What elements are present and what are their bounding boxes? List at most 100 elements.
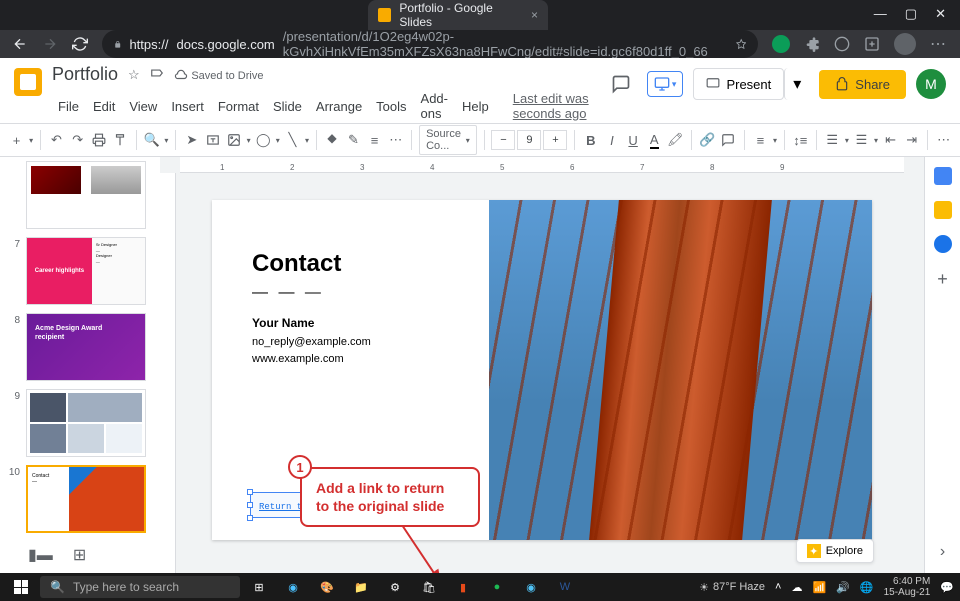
slide-heading[interactable]: Contact [252,250,459,278]
paint-format-icon[interactable] [111,129,128,151]
tray-chevron-icon[interactable]: ˄ [775,581,781,593]
resize-handle[interactable] [247,489,253,495]
store-icon[interactable]: 🛍 [414,573,444,601]
textbox-icon[interactable] [204,129,221,151]
slide-image[interactable] [489,200,872,540]
line-icon[interactable]: ╲ [284,129,301,151]
line-spacing-icon[interactable]: ↕≡ [792,129,809,151]
taskbar-search[interactable]: 🔍Type here to search [40,576,240,598]
border-dash-icon[interactable]: ⋯ [387,129,404,151]
reload-icon[interactable] [72,36,88,52]
share-button[interactable]: Share [819,70,906,99]
thumbnail-10[interactable]: Contact— [26,465,146,533]
menu-slide[interactable]: Slide [267,97,308,116]
select-tool-icon[interactable]: ➤ [183,129,200,151]
numbered-list-icon[interactable]: ☰ [824,129,841,151]
fill-color-icon[interactable] [324,129,341,151]
border-weight-icon[interactable]: ≡ [366,129,383,151]
notifications-icon[interactable]: 💬 [940,581,954,594]
last-edit-link[interactable]: Last edit was seconds ago [507,89,595,123]
font-size-input[interactable]: 9 [517,130,541,150]
extension-icon[interactable] [772,35,790,53]
grid-view-icon[interactable]: ⊞ [73,545,86,565]
zoom-icon[interactable]: 🔍 [143,129,160,151]
close-tab-icon[interactable]: × [531,8,538,22]
undo-icon[interactable]: ↶ [48,129,65,151]
close-window-icon[interactable]: ✕ [935,6,946,22]
sync-icon[interactable] [834,36,850,52]
doc-title[interactable]: Portfolio [52,64,118,85]
star-icon[interactable]: ☆ [128,67,140,83]
menu-arrange[interactable]: Arrange [310,97,368,116]
language-icon[interactable]: 🌐 [860,581,874,594]
app-icon[interactable]: 🎨 [312,573,342,601]
present-button[interactable]: Present [693,68,784,100]
edge-icon[interactable]: ◉ [278,573,308,601]
comment-icon[interactable] [720,129,737,151]
slide-panel[interactable]: 7Career highlightsSr Designer—Designer— … [0,157,160,573]
filmstrip-view-icon[interactable]: ▮▬ [28,545,53,565]
menu-help[interactable]: Help [456,97,495,116]
contact-web[interactable]: www.example.com [252,351,459,368]
maximize-icon[interactable]: ▢ [905,6,917,22]
qbit-icon[interactable]: ◉ [516,573,546,601]
underline-icon[interactable]: U [625,129,642,151]
back-icon[interactable] [12,36,28,52]
explore-button[interactable]: ✦Explore [796,539,874,563]
saved-status[interactable]: Saved to Drive [174,67,264,83]
slides-logo[interactable] [14,68,42,96]
redo-icon[interactable]: ↷ [69,129,86,151]
move-icon[interactable] [150,66,164,83]
print-icon[interactable] [90,129,107,151]
contact-name[interactable]: Your Name [252,316,459,330]
onedrive-icon[interactable]: ☁ [791,581,802,594]
extensions-icon[interactable] [804,36,820,52]
weather-widget[interactable]: ☀87°F Haze [699,581,765,594]
new-slide-icon[interactable]: + [8,129,25,151]
resize-handle[interactable] [247,502,253,508]
tasks-icon[interactable] [934,235,952,253]
clock[interactable]: 6:40 PM15-Aug-21 [884,576,931,598]
user-avatar[interactable]: M [916,69,946,99]
wifi-icon[interactable]: 📶 [812,581,826,594]
bold-icon[interactable]: B [582,129,599,151]
canvas-area[interactable]: 123456789 Contact — — — Your Name no_rep… [160,157,924,573]
volume-icon[interactable]: 🔊 [836,581,850,594]
indent-increase-icon[interactable]: ⇥ [903,129,920,151]
font-select[interactable]: Source Co...▾ [419,125,477,155]
contact-email[interactable]: no_reply@example.com [252,334,459,351]
minimize-icon[interactable]: — [874,6,887,22]
link-icon[interactable]: 🔗 [699,129,716,151]
thumbnail-9[interactable] [26,389,146,457]
address-bar[interactable]: https://docs.google.com/presentation/d/1… [102,30,758,58]
settings-icon[interactable]: ⚙ [380,573,410,601]
thumbnail-7[interactable]: Career highlightsSr Designer—Designer— [26,237,146,305]
bulleted-list-icon[interactable]: ☰ [853,129,870,151]
thumbnail-8[interactable]: Acme Design Awardrecipient [26,313,146,381]
share-page-icon[interactable] [864,36,880,52]
highlight-icon[interactable]: 🖍 [667,129,684,151]
word-icon[interactable]: W [550,573,580,601]
align-icon[interactable]: ≡ [752,129,769,151]
browser-tab[interactable]: Portfolio - Google Slides × [368,0,548,30]
task-view-icon[interactable]: ⊞ [244,573,274,601]
browser-menu-icon[interactable]: ⋯ [930,34,948,54]
spotify-icon[interactable]: ● [482,573,512,601]
add-addon-icon[interactable]: + [937,269,948,290]
keep-icon[interactable] [934,201,952,219]
slideshow-button[interactable]: ▾ [647,71,684,97]
font-decrease[interactable]: − [491,130,515,150]
resize-handle[interactable] [247,515,253,521]
indent-decrease-icon[interactable]: ⇤ [882,129,899,151]
forward-icon[interactable] [42,36,58,52]
font-increase[interactable]: + [543,130,567,150]
italic-icon[interactable]: I [603,129,620,151]
start-button[interactable] [6,573,36,601]
more-tools-icon[interactable]: ⋯ [935,129,952,151]
thumbnail-6[interactable] [26,161,146,229]
menu-view[interactable]: View [123,97,163,116]
comments-icon[interactable] [605,68,637,100]
menu-insert[interactable]: Insert [165,97,210,116]
menu-format[interactable]: Format [212,97,265,116]
collapse-rail-icon[interactable]: › [940,543,945,561]
